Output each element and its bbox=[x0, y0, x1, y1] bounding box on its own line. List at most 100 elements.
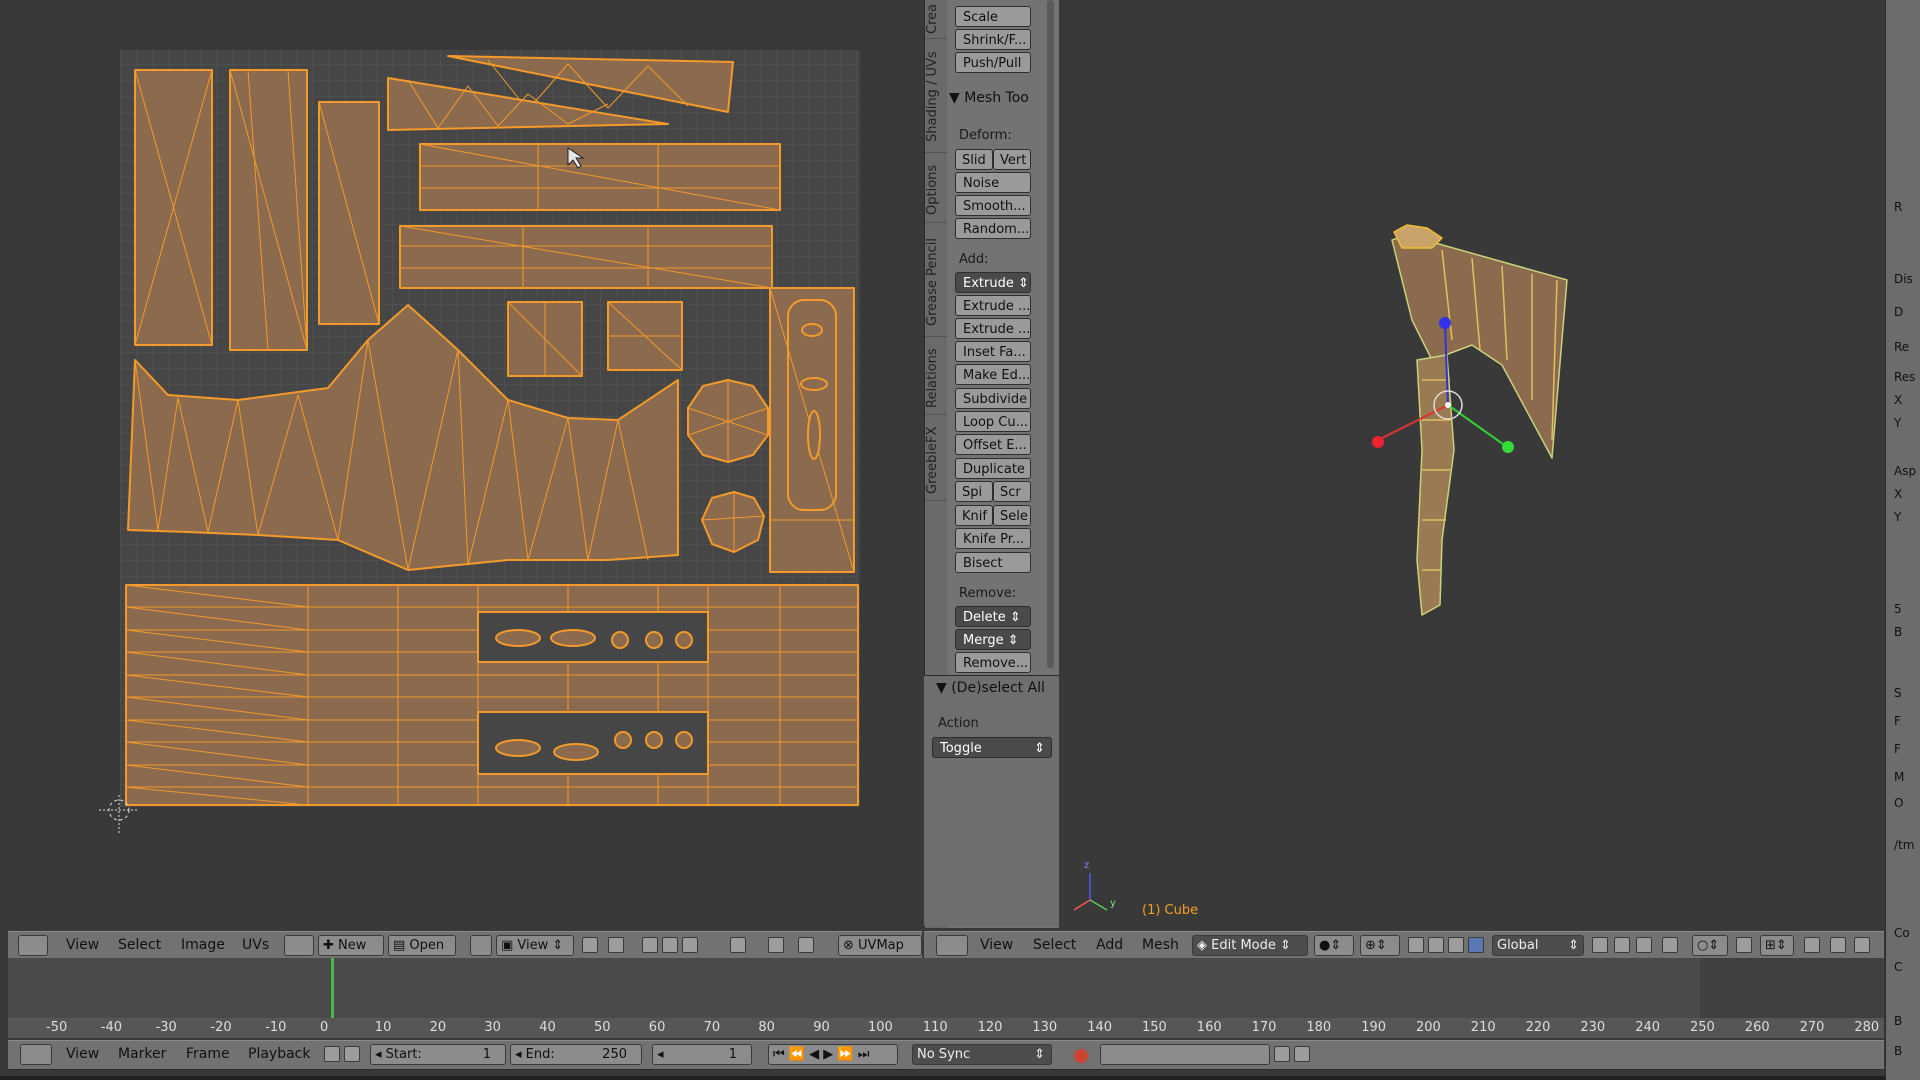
tab-shading-uvs[interactable]: Shading / UVs bbox=[925, 42, 947, 153]
remove-doubles-button[interactable]: Remove... bbox=[955, 652, 1031, 673]
tool-shelf-scrollbar[interactable] bbox=[1047, 0, 1054, 668]
camera-icon[interactable] bbox=[1854, 937, 1870, 953]
translate-icon[interactable] bbox=[1428, 937, 1444, 953]
uv-editor-canvas[interactable] bbox=[8, 0, 922, 925]
menu-image[interactable]: Image bbox=[181, 937, 225, 953]
slide-button[interactable]: Slid bbox=[955, 149, 993, 170]
menu-uvs[interactable]: UVs bbox=[242, 937, 269, 953]
subdivide-button[interactable]: Subdivide bbox=[955, 388, 1031, 409]
sync-dropdown[interactable]: No Sync ⇕ bbox=[912, 1044, 1052, 1065]
vertex-button[interactable]: Vert bbox=[993, 149, 1031, 170]
extrude-region-button[interactable]: Extrude ... bbox=[955, 318, 1031, 339]
inset-faces-button[interactable]: Inset Fa... bbox=[955, 341, 1031, 362]
timeline-editor-type-button[interactable] bbox=[20, 1044, 52, 1065]
screw-button[interactable]: Scr bbox=[993, 481, 1031, 502]
pin-icon[interactable] bbox=[470, 935, 492, 956]
noise-button[interactable]: Noise bbox=[955, 172, 1031, 193]
viewport-menu-view[interactable]: View bbox=[980, 937, 1013, 953]
shading-dropdown[interactable]: ●⇕ bbox=[1314, 935, 1354, 956]
viewport-editor-type-button[interactable] bbox=[936, 935, 968, 956]
loop-cut-button[interactable]: Loop Cu... bbox=[955, 411, 1031, 432]
shrink-fatten-button[interactable]: Shrink/F... bbox=[955, 29, 1031, 50]
vertex-select-icon[interactable] bbox=[642, 937, 658, 953]
render-icon[interactable] bbox=[1804, 937, 1820, 953]
render-anim-icon[interactable] bbox=[1830, 937, 1846, 953]
timeline-area[interactable] bbox=[8, 958, 1884, 1020]
orientation-dropdown[interactable]: Global ⇕ bbox=[1492, 935, 1584, 956]
record-icon[interactable] bbox=[1074, 1049, 1088, 1063]
extrude-dropdown[interactable]: Extrude ⇕ bbox=[955, 272, 1031, 293]
spin-button[interactable]: Spi bbox=[955, 481, 993, 502]
uvmap-selector[interactable]: ⊗ UVMap bbox=[838, 935, 922, 956]
menu-view[interactable]: View bbox=[66, 937, 99, 953]
tab-options[interactable]: Options bbox=[925, 158, 947, 223]
bisect-button[interactable]: Bisect bbox=[955, 552, 1031, 573]
snap-toggle-icon[interactable] bbox=[1736, 937, 1752, 953]
edge-select-icon[interactable] bbox=[662, 937, 678, 953]
select-button[interactable]: Sele bbox=[993, 505, 1031, 526]
snap-element-dropdown[interactable]: ⊞⇕ bbox=[1760, 935, 1794, 956]
lock-icon[interactable] bbox=[344, 1046, 360, 1062]
tab-greeblefx[interactable]: GreebleFX bbox=[925, 420, 947, 501]
sync-selection-icon[interactable] bbox=[608, 937, 624, 953]
insert-keyframe-icon[interactable] bbox=[1274, 1046, 1290, 1062]
scale-button[interactable]: Scale bbox=[955, 6, 1031, 27]
timeline-menu-view[interactable]: View bbox=[66, 1046, 99, 1062]
mode-dropdown[interactable]: ◈ Edit Mode ⇕ bbox=[1192, 935, 1308, 956]
current-frame-marker[interactable] bbox=[331, 958, 334, 1020]
uv-map-drawing[interactable] bbox=[8, 0, 922, 925]
face-mode-icon[interactable] bbox=[1636, 937, 1652, 953]
timeline-menu-playback[interactable]: Playback bbox=[248, 1046, 310, 1062]
start-frame-field[interactable]: ◂ Start: 1 bbox=[370, 1044, 506, 1065]
push-pull-button[interactable]: Push/Pull bbox=[955, 52, 1031, 73]
viewport-menu-select[interactable]: Select bbox=[1033, 937, 1076, 953]
tab-create[interactable]: Crea bbox=[925, 0, 947, 39]
properties-editor[interactable]: R Dis D Re Res X Y Asp X Y 5 B S F F M O/tm Co C B B bbox=[1885, 0, 1920, 1080]
editor-type-button[interactable] bbox=[18, 935, 48, 956]
pivot-icon[interactable] bbox=[582, 937, 598, 953]
knife-button[interactable]: Knif bbox=[955, 505, 993, 526]
duplicate-button[interactable]: Duplicate bbox=[955, 458, 1031, 479]
open-image-button[interactable]: ▤ Open bbox=[388, 935, 456, 956]
tab-grease-pencil[interactable]: Grease Pencil bbox=[925, 228, 947, 337]
rotate-icon[interactable] bbox=[1448, 937, 1464, 953]
face-select-icon[interactable] bbox=[682, 937, 698, 953]
vertex-mode-icon[interactable] bbox=[1592, 937, 1608, 953]
image-browse-button[interactable] bbox=[284, 935, 314, 956]
new-image-button[interactable]: ✚ New bbox=[318, 935, 384, 956]
proportional-dropdown[interactable]: ○⇕ bbox=[1692, 935, 1728, 956]
end-frame-field[interactable]: ◂ End: 250 bbox=[510, 1044, 642, 1065]
snap-target-icon[interactable] bbox=[798, 937, 814, 953]
menu-select[interactable]: Select bbox=[118, 937, 161, 953]
manipulator-icon[interactable] bbox=[1408, 937, 1424, 953]
tab-relations[interactable]: Relations bbox=[925, 342, 947, 415]
playback-controls[interactable]: ⏮ ⏪ ◀ ▶ ⏩ ⏭ bbox=[768, 1044, 898, 1065]
pivot-dropdown[interactable]: ⊕⇕ bbox=[1360, 935, 1400, 956]
3d-viewport[interactable]: z y (1) Cube bbox=[1062, 0, 1884, 925]
viewport-menu-mesh[interactable]: Mesh bbox=[1142, 937, 1179, 953]
delete-keyframe-icon[interactable] bbox=[1294, 1046, 1310, 1062]
timeline-menu-frame[interactable]: Frame bbox=[186, 1046, 230, 1062]
extrude-individual-button[interactable]: Extrude ... bbox=[955, 295, 1031, 316]
merge-dropdown[interactable]: Merge ⇕ bbox=[955, 629, 1031, 650]
mesh-tools-panel-header[interactable]: ▼ Mesh Too bbox=[949, 90, 1029, 106]
view-mode-dropdown[interactable]: ▣ View ⇕ bbox=[496, 935, 574, 956]
occlude-icon[interactable] bbox=[1662, 937, 1678, 953]
make-edge-face-button[interactable]: Make Ed... bbox=[955, 364, 1031, 385]
smooth-button[interactable]: Smooth... bbox=[955, 195, 1031, 216]
current-frame-field[interactable]: ◂ 1 bbox=[652, 1044, 752, 1065]
preview-range-icon[interactable] bbox=[324, 1046, 340, 1062]
delete-dropdown[interactable]: Delete ⇕ bbox=[955, 606, 1031, 627]
timeline-menu-marker[interactable]: Marker bbox=[118, 1046, 166, 1062]
proportional-edit-icon[interactable] bbox=[730, 937, 746, 953]
snap-icon[interactable] bbox=[768, 937, 784, 953]
action-dropdown[interactable]: Toggle ⇕ bbox=[932, 737, 1052, 758]
viewport-menu-add[interactable]: Add bbox=[1096, 937, 1123, 953]
edge-mode-icon[interactable] bbox=[1614, 937, 1630, 953]
offset-edge-button[interactable]: Offset E... bbox=[955, 434, 1031, 455]
axe-model[interactable] bbox=[1062, 0, 1884, 925]
knife-project-button[interactable]: Knife Pr... bbox=[955, 528, 1031, 549]
deselect-all-header[interactable]: ▼ (De)select All bbox=[936, 680, 1045, 696]
scale-icon[interactable] bbox=[1468, 937, 1484, 953]
keying-set-field[interactable] bbox=[1100, 1044, 1270, 1065]
